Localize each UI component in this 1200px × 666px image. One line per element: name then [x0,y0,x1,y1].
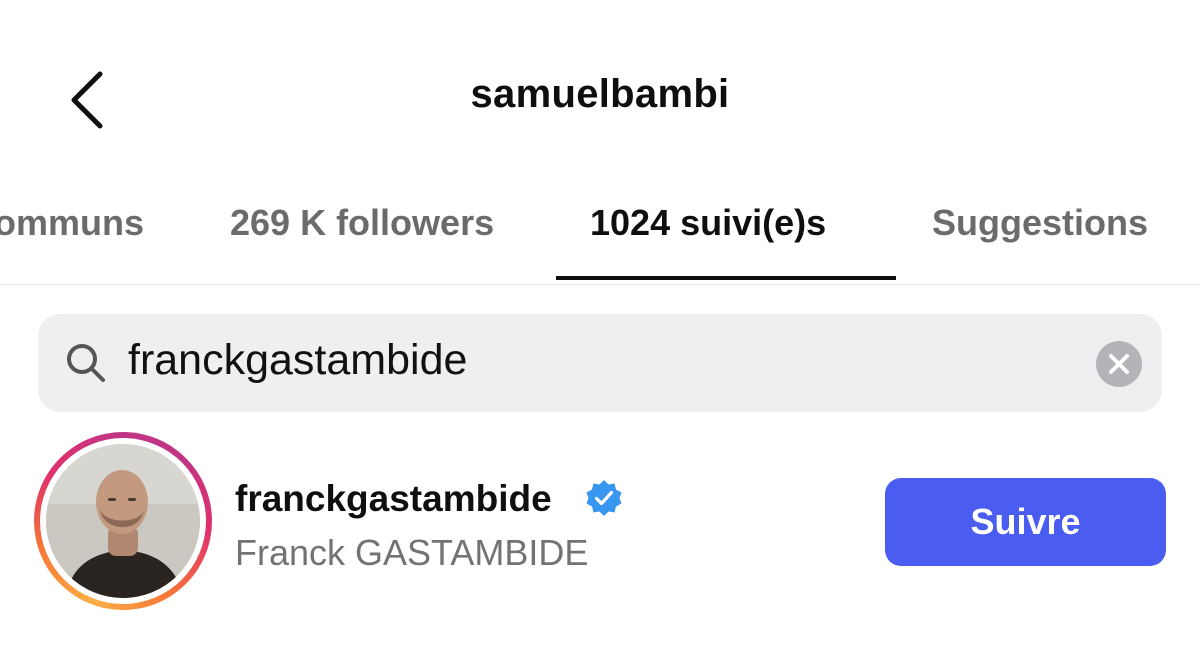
follow-button[interactable]: Suivre [885,478,1166,566]
list-item[interactable]: franckgastambide Franck GASTAMBIDE Suivr… [0,430,1200,620]
tab-following[interactable]: 1024 suivi(e)s [590,202,826,244]
tab-mutual[interactable]: ommuns [0,202,144,244]
result-username[interactable]: franckgastambide [235,478,552,520]
result-full-name: Franck GASTAMBIDE [235,532,589,573]
avatar[interactable] [46,444,200,598]
tab-bar: ommuns 269 K followers 1024 suivi(e)s Su… [0,180,1200,285]
search-input[interactable]: franckgastambide [38,314,1162,412]
active-tab-indicator [556,276,896,280]
tab-suggestions[interactable]: Suggestions [932,202,1148,244]
header-bar: samuelbambi [0,0,1200,170]
page-title: samuelbambi [470,72,730,116]
verified-badge-icon [586,480,622,516]
story-ring[interactable] [34,432,212,610]
profile-photo [46,444,200,598]
clear-icon [1096,341,1142,387]
clear-search-button[interactable] [1096,341,1142,387]
search-query[interactable]: franckgastambide [128,336,467,385]
tab-followers[interactable]: 269 K followers [230,202,494,244]
search-icon [67,344,105,382]
